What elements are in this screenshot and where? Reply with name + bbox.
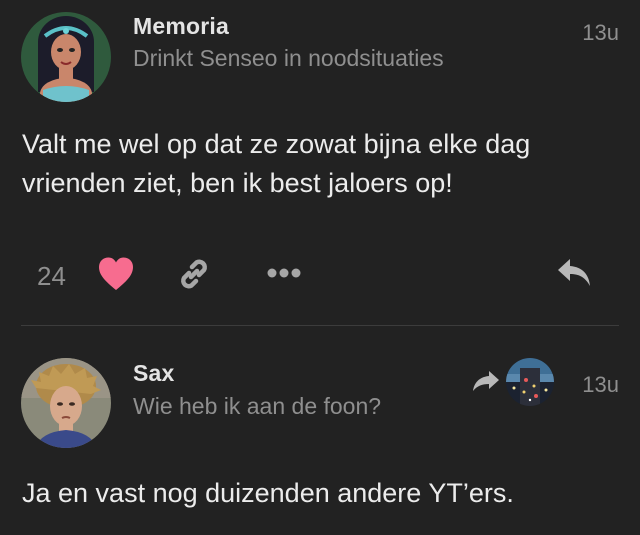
- post-content: Ja en vast nog duizenden andere YT’ers.: [22, 478, 514, 508]
- post: Memoria Drinkt Senseo in noodsituaties 1…: [0, 0, 640, 326]
- link-icon[interactable]: [176, 256, 212, 292]
- post-time[interactable]: 13u: [582, 20, 619, 46]
- reply-to-avatar[interactable]: [506, 358, 554, 406]
- post-content: Valt me wel op dat ze zowat bijna elke d…: [22, 129, 531, 198]
- user-title: Wie heb ik aan de foon?: [133, 393, 382, 419]
- post-time[interactable]: 13u: [582, 372, 619, 398]
- post: Sax Wie heb ik aan de foon? 13u Ja en va…: [0, 326, 640, 535]
- avatar[interactable]: [21, 358, 111, 448]
- like-count[interactable]: 24: [37, 261, 66, 292]
- reply-icon[interactable]: [556, 257, 594, 289]
- username[interactable]: Sax: [133, 360, 175, 387]
- username[interactable]: Memoria: [133, 13, 229, 40]
- post-actions: 24: [0, 250, 640, 296]
- user-title: Drinkt Senseo in noodsituaties: [133, 45, 444, 71]
- reply-to-arrow-icon: [473, 371, 499, 391]
- avatar[interactable]: [21, 12, 111, 102]
- heart-icon[interactable]: [97, 256, 135, 292]
- more-dots-icon[interactable]: [266, 267, 302, 279]
- reply-to-indicator[interactable]: [472, 356, 564, 408]
